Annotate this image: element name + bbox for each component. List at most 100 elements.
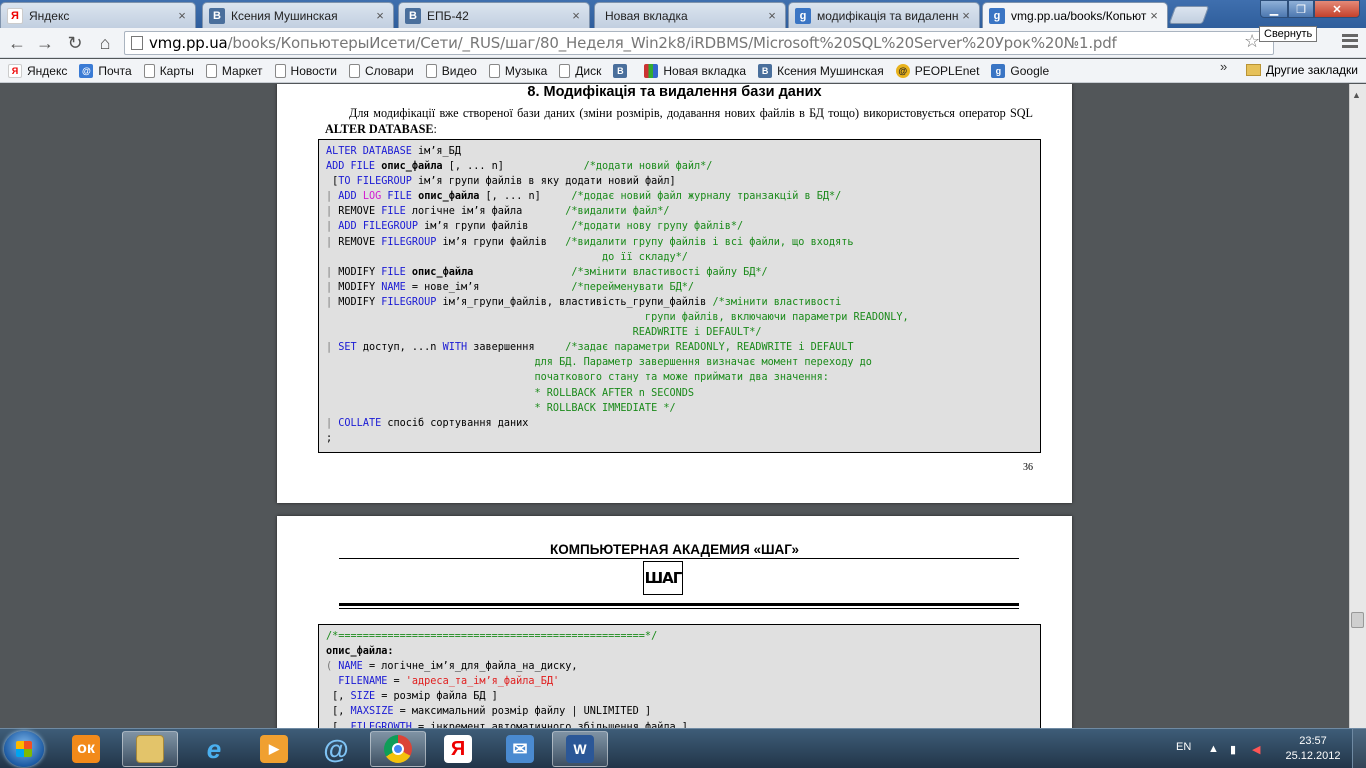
minimize-tooltip: Свернуть (1259, 26, 1318, 42)
taskbar-file-explorer[interactable] (122, 731, 178, 767)
bookmark-ksenia[interactable]: В Ксения Мушинская (758, 63, 884, 78)
folder-icon (1246, 64, 1261, 76)
system-clock[interactable]: 23:57 25.12.2012 (1285, 734, 1341, 764)
url-text[interactable]: vmg.pp.ua/books/КопьютерыИсети/Сети/_RUS… (149, 34, 1117, 52)
tab-title: Новая вкладка (605, 8, 688, 23)
tab-epb42[interactable]: В ЕПБ-42 × (398, 2, 590, 28)
google-icon: g (795, 7, 811, 24)
show-hidden-icons-arrow-icon[interactable]: ▲ (1208, 743, 1219, 755)
header-rule (339, 558, 1019, 559)
bookmark-maps[interactable]: Карты (143, 63, 194, 78)
bookmarks-more-chevron[interactable]: » (1220, 59, 1227, 74)
page-icon (348, 63, 360, 78)
restore-button[interactable]: ❐ (1288, 0, 1314, 18)
page-icon (425, 63, 437, 78)
page-icon (143, 63, 155, 78)
language-indicator[interactable]: EN (1176, 741, 1191, 753)
close-icon[interactable]: × (959, 8, 973, 23)
tab-title: vmg.pp.ua/books/Копьют (1011, 8, 1147, 23)
back-arrow-icon[interactable]: ← (6, 32, 28, 54)
bookmark-yandex[interactable]: Я Яндекс (8, 63, 67, 78)
address-bar[interactable]: vmg.pp.ua/books/КопьютерыИсети/Сети/_RUS… (124, 31, 1274, 55)
bookmark-new-tab[interactable]: Новая вкладка (644, 63, 746, 78)
browser-toolbar: ← → ↻ ⌂ vmg.pp.ua/books/КопьютерыИсети/С… (0, 28, 1366, 58)
taskbar-word[interactable]: W (552, 731, 608, 767)
reload-icon[interactable]: ↻ (64, 32, 86, 54)
alter-database-code-block: ALTER DATABASE ім’я_БД ADD FILE опис_фай… (318, 139, 1041, 453)
shag-logo: ШАГ (643, 561, 683, 595)
bookmark-peoplenet[interactable]: @ PEOPLEnet (895, 63, 979, 78)
new-tab-button[interactable] (1168, 6, 1210, 24)
bookmark-vk[interactable]: В (613, 63, 632, 78)
close-icon[interactable]: × (569, 8, 583, 23)
minimize-button[interactable]: ▁ (1260, 0, 1288, 18)
tab-ksenia[interactable]: В Ксения Мушинская × (202, 2, 394, 28)
flag-icon (644, 63, 659, 78)
close-icon[interactable]: × (765, 8, 779, 23)
mail-icon: ✉ (506, 735, 534, 763)
section-heading: 8. Модифікація та видалення бази даних (527, 84, 822, 100)
header-rule-thick (339, 603, 1019, 606)
email-client-icon: @ (323, 733, 349, 764)
internet-explorer-icon: e (206, 733, 222, 764)
show-desktop-button[interactable] (1352, 729, 1366, 768)
tab-strip: Я Яндекс × В Ксения Мушинская × В ЕПБ-42… (0, 0, 1366, 28)
bookmark-mail[interactable]: @ Почта (79, 63, 132, 78)
taskbar-email-client[interactable]: @ (308, 731, 364, 767)
volume-icon[interactable]: ◀ (1252, 743, 1260, 756)
bookmark-video[interactable]: Видео (425, 63, 477, 78)
close-window-button[interactable]: ✕ (1314, 0, 1360, 18)
taskbar-chrome[interactable] (370, 731, 426, 767)
close-icon[interactable]: × (373, 8, 387, 23)
pdf-page-37: КОМПЬЮТЕРНАЯ АКАДЕМИЯ «ШАГ» ШАГ /*======… (277, 516, 1072, 728)
start-button[interactable] (4, 731, 44, 767)
close-icon[interactable]: × (1147, 8, 1161, 23)
page-icon (488, 63, 500, 78)
file-explorer-icon (136, 735, 164, 763)
windows-taskbar: ок e ▶ @ Я ✉ W EN ▲ ▮ ◀ 23:57 25.12.2012 (0, 728, 1366, 768)
bookmark-star-icon[interactable]: ☆ (1244, 31, 1260, 52)
taskbar-internet-explorer[interactable]: e (186, 731, 242, 767)
yandex-browser-icon: Я (444, 735, 472, 763)
tab-title: Яндекс (29, 8, 70, 23)
tab-title: модифікація та видалення (817, 8, 959, 23)
bookmark-google[interactable]: g Google (991, 63, 1049, 78)
scrollbar-thumb[interactable] (1351, 612, 1364, 628)
tab-new[interactable]: Новая вкладка × (594, 2, 786, 28)
vk-icon: В (613, 63, 628, 78)
odnoklassniki-icon: ок (72, 735, 100, 763)
close-icon[interactable]: × (175, 8, 189, 23)
bookmark-market[interactable]: Маркет (205, 63, 263, 78)
vertical-scrollbar[interactable] (1349, 84, 1366, 728)
pdf-viewer[interactable]: 8. Модифікація та видалення бази даних Д… (0, 84, 1366, 728)
menu-icon[interactable] (1342, 34, 1358, 48)
chrome-icon (384, 735, 412, 763)
taskbar-odnoklassniki[interactable]: ок (58, 731, 114, 767)
bookmark-disk[interactable]: Диск (559, 63, 601, 78)
tab-yandex[interactable]: Я Яндекс × (0, 2, 196, 28)
yandex-icon: Я (7, 7, 23, 24)
bookmark-music[interactable]: Музыка (488, 63, 547, 78)
vk-icon: В (209, 7, 225, 24)
tab-title: Ксения Мушинская (231, 8, 338, 23)
bookmark-news[interactable]: Новости (274, 63, 337, 78)
google-icon: g (989, 7, 1005, 24)
peoplenet-icon: @ (895, 63, 910, 78)
tab-google-search[interactable]: g модифікація та видалення × (788, 2, 980, 28)
taskbar-media-player[interactable]: ▶ (246, 731, 302, 767)
tab-pdf[interactable]: g vmg.pp.ua/books/Копьют × (982, 2, 1168, 28)
other-bookmarks-folder[interactable]: Другие закладки (1246, 63, 1358, 77)
mail-icon: @ (79, 63, 94, 78)
network-icon[interactable]: ▮ (1230, 743, 1236, 756)
yandex-icon: Я (8, 63, 22, 78)
home-icon[interactable]: ⌂ (94, 32, 116, 54)
section-paragraph: Для модифікації вже створеної бази даних… (325, 106, 1033, 136)
taskbar-yandex-browser[interactable]: Я (430, 731, 486, 767)
tab-title: ЕПБ-42 (427, 8, 469, 23)
forward-arrow-icon[interactable]: → (34, 32, 56, 54)
scroll-up-arrow-icon[interactable]: ▲ (1352, 90, 1361, 100)
bookmark-dictionaries[interactable]: Словари (348, 63, 414, 78)
page-icon (559, 63, 571, 78)
google-icon: g (991, 63, 1006, 78)
taskbar-mail[interactable]: ✉ (492, 731, 548, 767)
